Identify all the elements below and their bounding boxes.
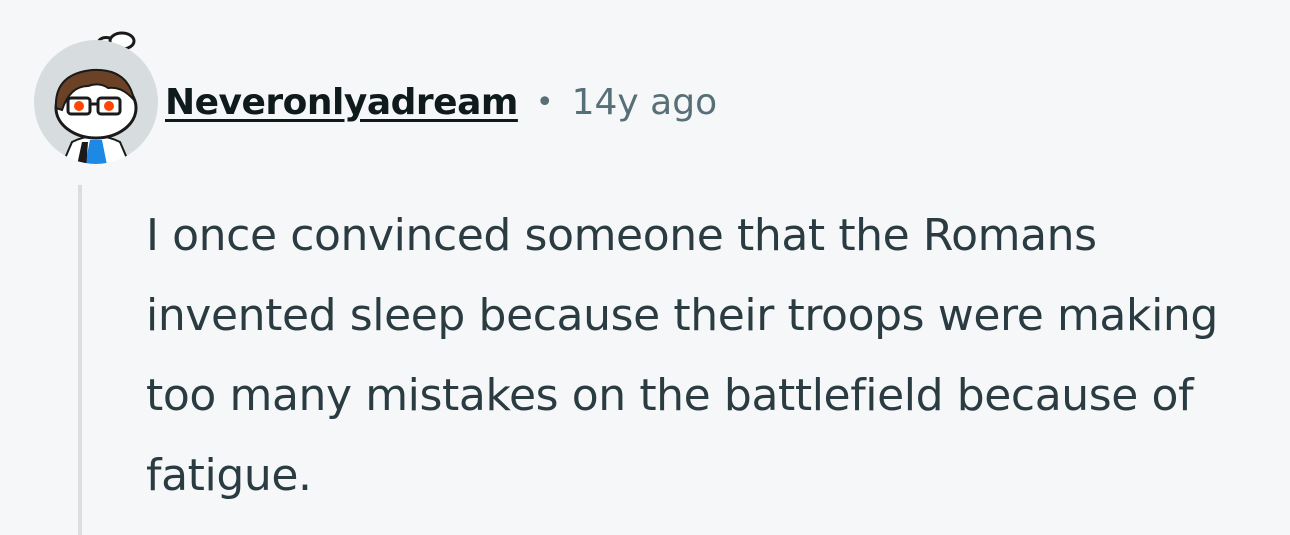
meta-separator: • — [535, 84, 554, 120]
author-link[interactable]: Neveronlyadream — [165, 82, 518, 123]
comment-body: I once convinced someone that the Romans… — [146, 210, 1218, 501]
avatar[interactable] — [30, 30, 162, 165]
comment: Neveronlyadream • 14y ago I once convinc… — [0, 0, 1290, 535]
reddit-snoo-avatar-icon — [34, 31, 158, 164]
comment-meta: Neveronlyadream • 14y ago — [165, 77, 717, 127]
timestamp[interactable]: 14y ago — [572, 82, 718, 123]
thread-line[interactable] — [78, 185, 82, 535]
